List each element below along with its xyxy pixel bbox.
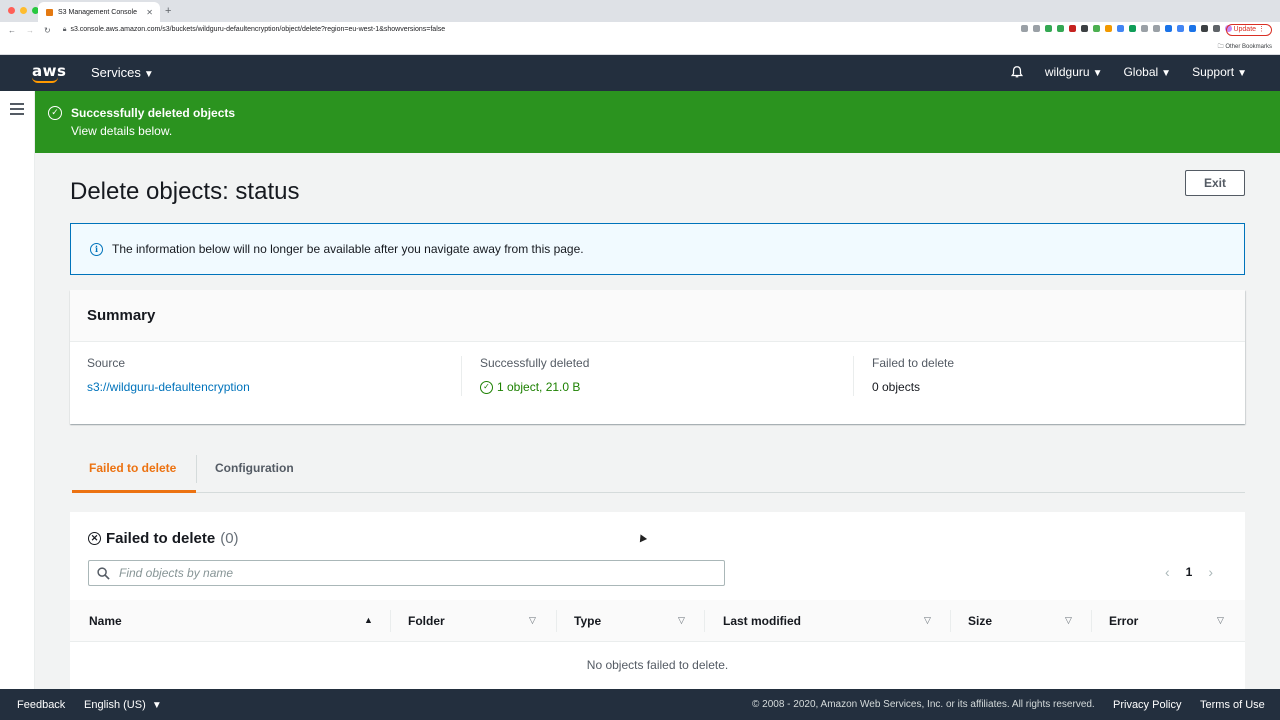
language-selector[interactable]: English (US) ▼ [84,699,162,711]
browser-tab[interactable]: S3 Management Console ✕ [38,2,160,22]
side-navigation [0,91,35,689]
source-link[interactable]: s3://wildguru-defaultencryption [87,380,467,394]
menu-icon[interactable] [10,103,24,118]
window-controls[interactable] [8,7,39,14]
summary-container: Summary Source s3://wildguru-defaultencr… [70,290,1245,424]
forward-icon[interactable]: → [26,26,34,35]
column-header-type[interactable]: Type [574,614,601,628]
flash-subtitle: View details below. [71,124,173,138]
success-check-icon: ✓ [480,380,493,394]
sort-icon[interactable]: ▽ [1217,615,1224,626]
source-column: Source s3://wildguru-defaultencryption [87,356,467,406]
sort-icon[interactable]: ▽ [924,615,931,626]
console-footer: Feedback English (US) ▼ © 2008 - 2020, A… [0,689,1280,720]
info-message: The information below will no longer be … [112,242,584,256]
minimize-window-button[interactable] [20,7,27,14]
browser-tab-strip: S3 Management Console ✕ + [0,0,1280,22]
empty-table-message: No objects failed to delete. [586,658,729,672]
column-header-last-modified[interactable]: Last modified [723,614,801,628]
column-header-folder[interactable]: Folder [408,614,445,628]
active-tab-indicator [72,490,196,493]
lock-icon: 🔒︎ [62,26,67,33]
support-menu[interactable]: Support ▼ [1192,65,1247,79]
account-menu[interactable]: wildguru ▼ [1045,65,1103,79]
page-title: Delete objects: status [70,178,300,205]
new-tab-icon[interactable]: + [165,5,171,17]
back-icon[interactable]: ← [8,26,16,35]
bookmarks-bar: 🗀 Other Bookmarks [0,38,1280,55]
success-check-icon: ✓ [48,106,62,120]
sort-ascending-icon[interactable]: ▲ [364,615,373,625]
tab-list: Failed to delete Configuration [72,455,1245,493]
tab-failed-to-delete[interactable]: Failed to delete [89,461,176,475]
deleted-label: Successfully deleted [480,356,590,370]
search-icon [97,567,110,580]
copyright-text: © 2008 - 2020, Amazon Web Services, Inc.… [752,699,1095,710]
deleted-column: Successfully deleted ✓ 1 object, 21.0 B [480,356,860,406]
favicon-icon [46,8,53,16]
caret-down-icon: ▼ [143,69,154,80]
deleted-value: 1 object, 21.0 B [497,380,581,394]
extension-icons[interactable] [1021,25,1232,32]
services-menu[interactable]: Services ▼ [91,65,154,80]
success-flashbar: ✓ Successfully deleted objects View deta… [35,91,1280,153]
feedback-link[interactable]: Feedback [17,699,65,711]
column-header-error[interactable]: Error [1109,614,1138,628]
region-menu[interactable]: Global ▼ [1123,65,1171,79]
search-input[interactable] [119,564,709,582]
caret-down-icon: ▼ [151,700,162,711]
info-icon: i [90,243,103,256]
source-label: Source [87,356,126,370]
reload-icon[interactable]: ↻ [44,26,51,35]
close-window-button[interactable] [8,7,15,14]
flash-title: Successfully deleted objects [71,106,236,120]
address-bar[interactable]: 🔒︎ s3.console.aws.amazon.com/s3/buckets/w… [63,26,445,34]
other-bookmarks-folder[interactable]: 🗀 Other Bookmarks [1218,42,1272,52]
failed-column: Failed to delete 0 objects [872,356,1252,406]
tab-title: S3 Management Console [58,8,137,16]
aws-top-nav: aws Services ▼ wildguru ▼ Global ▼ Support ▼ [0,55,1280,91]
next-page-icon[interactable]: › [1208,564,1213,580]
failed-label: Failed to delete [872,356,955,370]
failed-value: 0 objects [872,380,921,394]
panel-count: (0) [220,530,239,547]
summary-heading: Summary [70,290,1245,342]
aws-logo[interactable]: aws [32,62,66,83]
failed-to-delete-panel: ✕ Failed to delete (0) ‹ 1 › Name ▲ Fold… [70,512,1245,689]
column-header-name[interactable]: Name [89,614,122,628]
tab-configuration[interactable]: Configuration [215,461,294,475]
panel-heading: Failed to delete [106,530,216,547]
close-tab-icon[interactable]: ✕ [146,8,153,17]
pagination: ‹ 1 › [1165,564,1213,580]
error-x-icon: ✕ [88,532,101,545]
sort-icon[interactable]: ▽ [529,615,536,626]
exit-button[interactable]: Exit [1185,170,1245,196]
sort-icon[interactable]: ▽ [678,615,685,626]
column-header-size[interactable]: Size [968,614,992,628]
notifications-bell-icon[interactable] [1010,65,1024,79]
update-button[interactable]: Update ⋮ [1226,24,1272,36]
address-bar-row: ← → ↻ 🔒︎ s3.console.aws.amazon.com/s3/buc… [0,22,1280,38]
current-page[interactable]: 1 [1186,565,1193,579]
url-text: s3.console.aws.amazon.com/s3/buckets/wil… [70,26,446,33]
info-alert: i The information below will no longer b… [70,223,1245,275]
terms-of-use-link[interactable]: Terms of Use [1200,699,1265,711]
privacy-policy-link[interactable]: Privacy Policy [1113,699,1181,711]
search-field[interactable] [88,560,725,586]
table-header: Name ▲ Folder ▽ Type ▽ Last modified ▽ S… [70,600,1245,642]
sort-icon[interactable]: ▽ [1065,615,1072,626]
previous-page-icon[interactable]: ‹ [1165,564,1170,580]
